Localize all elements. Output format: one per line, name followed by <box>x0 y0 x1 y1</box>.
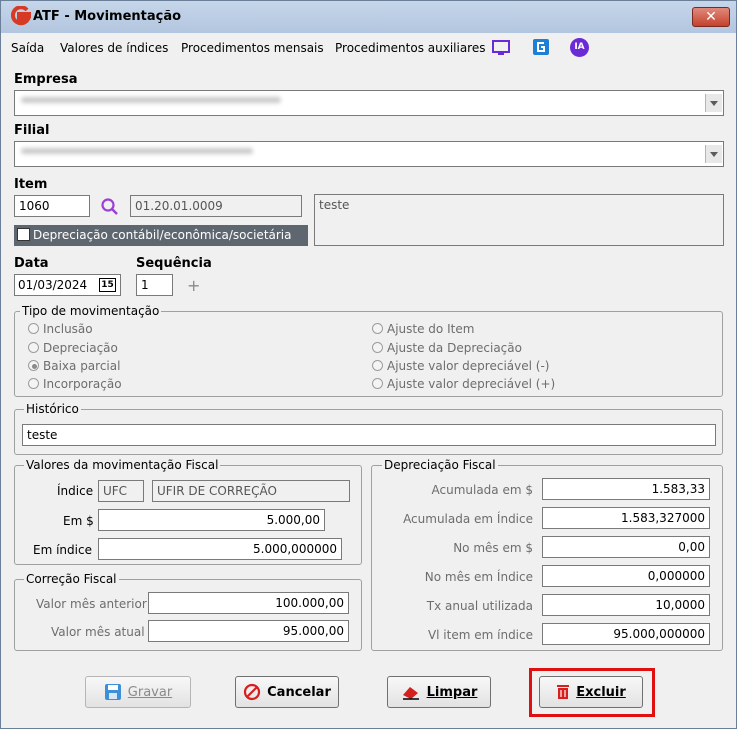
tipo-movimentacao-title: Tipo de movimentação <box>20 304 162 318</box>
radio-baixa-parcial-dot <box>28 360 39 371</box>
empresa-select[interactable] <box>14 90 724 116</box>
item-code-input[interactable]: 1060 <box>14 195 90 217</box>
depreciacao-checkbox-label: Depreciação contábil/econômica/societári… <box>33 228 292 242</box>
radio-inclusao-dot <box>28 323 39 334</box>
filial-label: Filial <box>14 123 50 138</box>
radio-ajuste-depreciavel-mais-dot <box>372 378 383 389</box>
gravar-button[interactable]: Gravar <box>85 676 191 708</box>
window-title: ATF - Movimentação <box>33 9 182 24</box>
cancelar-label: Cancelar <box>267 684 331 700</box>
radio-inclusao-label: Inclusão <box>43 322 93 336</box>
vl-item-indice-field[interactable]: 95.000,000000 <box>542 623 710 645</box>
data-label: Data <box>14 256 49 271</box>
radio-ajuste-item-dot <box>372 323 383 334</box>
radio-ajuste-depreciavel-mais[interactable]: Ajuste valor depreciável (+) <box>372 377 555 391</box>
radio-incorporacao-dot <box>28 378 39 389</box>
no-mes-rs-field[interactable]: 0,00 <box>542 536 710 558</box>
empresa-redacted <box>21 97 281 103</box>
historico-title: Histórico <box>24 402 81 416</box>
valor-atual-label: Valor mês atual <box>51 625 145 639</box>
filial-select[interactable] <box>14 141 724 167</box>
em-rs-input[interactable]: 5.000,00 <box>98 509 325 531</box>
indice-code-field: UFC <box>98 480 144 502</box>
valores-title: Valores da movimentação Fiscal <box>24 458 221 472</box>
limpar-label: Limpar <box>426 684 478 700</box>
tx-anual-field[interactable]: 10,0000 <box>542 594 710 616</box>
depreciacao-checkbox[interactable] <box>17 228 30 241</box>
radio-ajuste-depreciacao-label: Ajuste da Depreciação <box>387 341 522 355</box>
radio-depreciacao[interactable]: Depreciação <box>28 341 118 355</box>
radio-ajuste-item-label: Ajuste do Item <box>387 322 475 336</box>
item-label: Item <box>14 177 48 192</box>
radio-baixa-parcial[interactable]: Baixa parcial <box>28 359 120 373</box>
radio-depreciacao-dot <box>28 342 39 353</box>
radio-ajuste-depreciacao[interactable]: Ajuste da Depreciação <box>372 341 522 355</box>
menu-procedimentos-auxiliares[interactable]: Procedimentos auxiliares <box>335 41 485 55</box>
depreciacao-title: Depreciação Fiscal <box>382 458 498 472</box>
radio-depreciacao-label: Depreciação <box>43 341 118 355</box>
cancelar-button[interactable]: Cancelar <box>235 676 339 708</box>
excluir-highlight-box <box>529 668 655 717</box>
app-logo-icon <box>11 6 31 26</box>
acumulada-indice-field[interactable]: 1.583,327000 <box>542 507 710 529</box>
sequencia-input[interactable]: 1 <box>136 274 173 296</box>
radio-baixa-parcial-label: Baixa parcial <box>43 359 121 373</box>
filial-redacted <box>21 148 253 154</box>
cancel-icon <box>244 683 261 701</box>
radio-incorporacao[interactable]: Incorporação <box>28 377 122 391</box>
indice-label: Índice <box>57 484 94 498</box>
sequencia-label: Sequência <box>136 256 212 271</box>
save-icon <box>104 684 121 700</box>
eraser-icon <box>402 687 419 700</box>
empresa-dropdown-icon[interactable] <box>705 94 722 112</box>
valor-atual-input[interactable]: 95.000,00 <box>148 620 349 642</box>
vl-item-indice-label: Vl item em índice <box>427 628 533 642</box>
filial-dropdown-icon[interactable] <box>705 145 722 163</box>
depreciacao-checkbox-row[interactable]: Depreciação contábil/econômica/societári… <box>14 225 308 246</box>
radio-ajuste-depreciavel-menos-dot <box>372 360 383 371</box>
radio-incorporacao-label: Incorporação <box>43 377 122 391</box>
em-indice-input[interactable]: 5.000,000000 <box>98 538 342 560</box>
gravar-label: Gravar <box>127 684 173 700</box>
acumulada-rs-field[interactable]: 1.583,33 <box>542 478 710 500</box>
data-value: 01/03/2024 <box>18 278 88 292</box>
empresa-label: Empresa <box>14 72 78 87</box>
item-description-field: teste <box>314 194 724 246</box>
menu-valores-indices[interactable]: Valores de índices <box>60 41 168 55</box>
indice-name-field: UFIR DE CORREÇÃO <box>152 480 350 502</box>
radio-inclusao[interactable]: Inclusão <box>28 322 93 336</box>
valor-anterior-input[interactable]: 100.000,00 <box>148 592 349 614</box>
movimentacao-window: ATF - Movimentação ✕ Saída Valores de ín… <box>0 0 737 729</box>
radio-ajuste-item[interactable]: Ajuste do Item <box>372 322 474 336</box>
close-icon: ✕ <box>705 9 717 25</box>
historico-input[interactable]: teste <box>22 424 716 446</box>
title-bar: ATF - Movimentação ✕ <box>1 1 736 33</box>
menu-saida[interactable]: Saída <box>11 41 44 55</box>
radio-ajuste-depreciacao-dot <box>372 342 383 353</box>
em-rs-label: Em $ <box>63 514 94 528</box>
menu-procedimentos-mensais[interactable]: Procedimentos mensais <box>181 41 324 55</box>
search-icon[interactable] <box>100 197 120 217</box>
add-sequence-icon[interactable]: + <box>187 276 200 295</box>
acumulada-indice-label: Acumulada em Índice <box>403 512 533 526</box>
calendar-icon[interactable]: 15 <box>99 278 116 292</box>
no-mes-indice-label: No mês em Índice <box>424 570 533 584</box>
valor-anterior-label: Valor mês anterior <box>36 597 147 611</box>
radio-ajuste-depreciavel-menos[interactable]: Ajuste valor depreciável (-) <box>372 359 549 373</box>
tx-anual-label: Tx anual utilizada <box>426 599 533 613</box>
no-mes-rs-label: No mês em $ <box>453 541 533 555</box>
correcao-title: Correção Fiscal <box>24 572 119 586</box>
radio-ajuste-depreciavel-menos-label: Ajuste valor depreciável (-) <box>387 359 550 373</box>
ia-assistant-icon[interactable]: IA <box>570 38 589 57</box>
menu-bar: Saída Valores de índices Procedimentos m… <box>1 34 736 60</box>
no-mes-indice-field[interactable]: 0,000000 <box>542 565 710 587</box>
close-button[interactable]: ✕ <box>692 7 730 27</box>
app-g-icon[interactable] <box>532 38 550 56</box>
radio-ajuste-depreciavel-mais-label: Ajuste valor depreciável (+) <box>387 377 556 391</box>
item-account-field: 01.20.01.0009 <box>130 195 302 217</box>
em-indice-label: Em índice <box>33 543 92 557</box>
limpar-button[interactable]: Limpar <box>387 676 491 708</box>
monitor-icon[interactable] <box>491 39 511 57</box>
acumulada-rs-label: Acumulada em $ <box>431 483 534 497</box>
